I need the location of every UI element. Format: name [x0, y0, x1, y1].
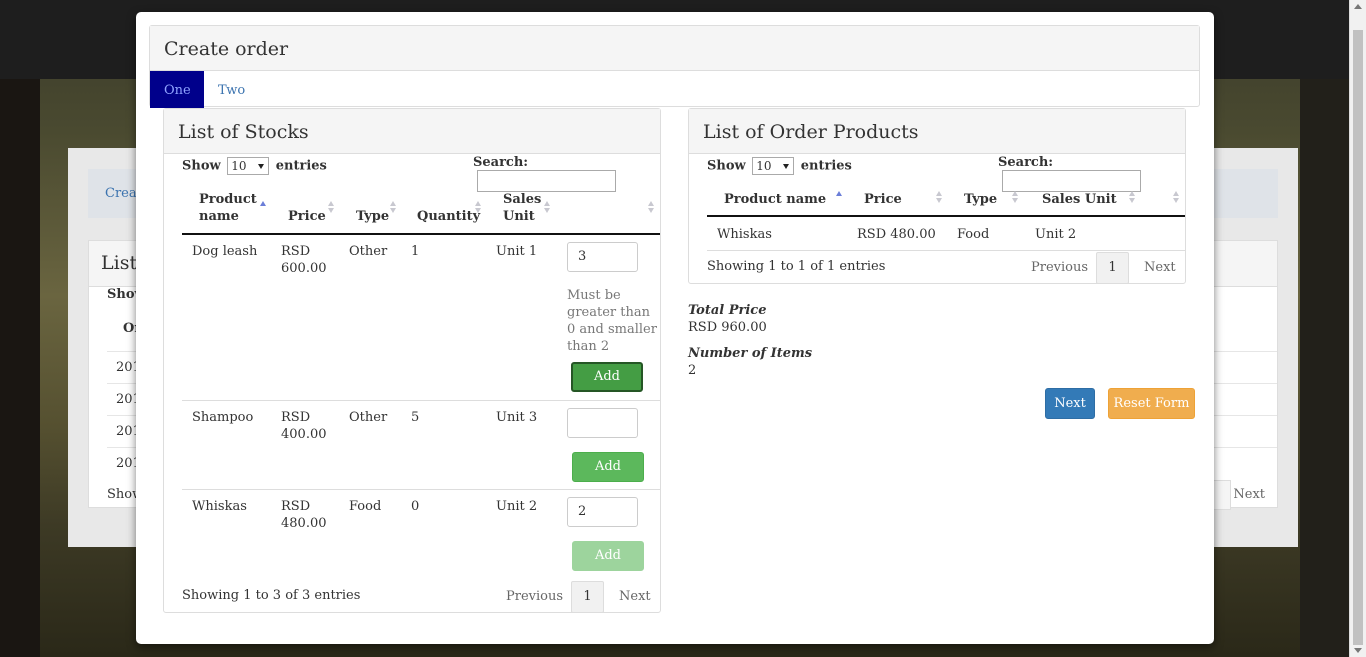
column-header-product-name[interactable]: Product name: [724, 191, 826, 208]
cell-product: Dog leash: [192, 244, 258, 259]
order-page-button[interactable]: 1: [1096, 252, 1129, 284]
cell-type: Food: [349, 499, 382, 514]
row-divider: [182, 400, 660, 401]
column-header-price[interactable]: Price: [864, 191, 902, 208]
cell-price: RSD 480.00: [857, 227, 936, 242]
cell-sales-unit: Unit 2: [496, 499, 538, 514]
stocks-search-input[interactable]: [477, 170, 616, 192]
tab-bar: One Two: [150, 71, 1199, 108]
order-products-title: List of Order Products: [689, 109, 1185, 154]
stocks-entries-select[interactable]: 10: [227, 157, 270, 175]
order-table-info: Showing 1 to 1 of 1 entries: [707, 259, 886, 274]
tab-two[interactable]: Two: [204, 71, 259, 108]
background-tree: [1300, 79, 1350, 657]
row-divider: [707, 250, 1185, 251]
header-divider: [182, 233, 660, 235]
items-count-label: Number of Items: [688, 346, 813, 361]
reset-form-button[interactable]: Reset Form: [1108, 388, 1195, 419]
background-next-link[interactable]: Next: [1233, 487, 1265, 502]
order-next-link[interactable]: Next: [1144, 260, 1176, 275]
scroll-down-icon[interactable]: [1354, 648, 1362, 653]
cell-quantity: 1: [411, 244, 420, 259]
chevron-down-icon: [783, 164, 790, 169]
items-count-value: 2: [688, 363, 697, 378]
column-header-sales-unit[interactable]: Sales Unit: [1042, 191, 1117, 208]
cell-product: Whiskas: [192, 499, 247, 514]
background-page-box[interactable]: [1213, 480, 1231, 510]
column-header-price[interactable]: Price: [288, 208, 326, 225]
cell-price: RSD 600.00: [281, 244, 327, 276]
cell-price: RSD 480.00: [281, 499, 327, 531]
row-divider: [182, 489, 660, 490]
add-button[interactable]: Add: [572, 452, 644, 482]
stocks-next-link[interactable]: Next: [619, 589, 651, 604]
cell-product: Shampoo: [192, 410, 254, 425]
column-header-sales-unit[interactable]: Sales Unit: [503, 191, 543, 225]
sort-icon[interactable]: [390, 201, 398, 215]
sort-asc-icon[interactable]: [836, 191, 844, 205]
stocks-search: Search:: [473, 155, 660, 192]
sort-icon[interactable]: [1173, 191, 1181, 205]
sort-icon[interactable]: [328, 201, 336, 215]
modal-header-card: Create order One Two: [149, 25, 1200, 108]
stocks-length-control: Show 10 entries: [182, 157, 327, 175]
order-search: Search:: [998, 155, 1185, 192]
stocks-panel: List of Stocks Show 10 entries Search: P…: [163, 108, 661, 613]
cell-sales-unit: Unit 3: [496, 410, 538, 425]
column-header-product-name[interactable]: Product name: [199, 191, 259, 225]
quantity-input[interactable]: [567, 408, 638, 438]
order-length-control: Show 10 entries: [707, 157, 852, 175]
cell-type: Other: [349, 410, 388, 425]
order-search-input[interactable]: [1002, 170, 1141, 192]
cell-type: Food: [957, 227, 990, 242]
stocks-panel-title: List of Stocks: [164, 109, 660, 154]
sort-icon[interactable]: [1129, 191, 1137, 205]
sort-icon[interactable]: [1012, 191, 1020, 205]
sort-asc-icon[interactable]: [260, 201, 268, 215]
order-previous-link[interactable]: Previous: [1031, 260, 1088, 275]
background-tree: [0, 79, 40, 657]
total-price-value: RSD 960.00: [688, 320, 767, 335]
sort-icon[interactable]: [936, 191, 944, 205]
column-header-type[interactable]: Type: [356, 208, 389, 225]
column-header-type[interactable]: Type: [964, 191, 997, 208]
column-header-quantity[interactable]: Quantity: [417, 208, 480, 225]
page-scrollbar[interactable]: [1349, 0, 1366, 657]
quantity-input[interactable]: 2: [567, 497, 638, 527]
validation-hint: Must be greater than 0 and smaller than …: [567, 288, 657, 354]
scrollbar-thumb[interactable]: [1353, 30, 1363, 645]
create-order-modal: Create order One Two List of Stocks Show…: [136, 12, 1214, 644]
add-button-disabled: Add: [572, 541, 644, 571]
modal-title: Create order: [150, 26, 1199, 71]
next-button[interactable]: Next: [1045, 388, 1095, 419]
total-price-label: Total Price: [688, 303, 767, 318]
order-products-panel: List of Order Products Show 10 entries S…: [688, 108, 1186, 284]
cell-quantity: 5: [411, 410, 420, 425]
tab-one[interactable]: One: [150, 71, 204, 108]
scroll-up-icon[interactable]: [1354, 4, 1362, 9]
cell-sales-unit: Unit 1: [496, 244, 538, 259]
quantity-input[interactable]: 3: [567, 242, 638, 272]
sort-icon[interactable]: [544, 201, 552, 215]
cell-quantity: 0: [411, 499, 420, 514]
sort-icon[interactable]: [648, 201, 656, 215]
background-list-title: List: [101, 252, 138, 274]
stocks-page-button[interactable]: 1: [571, 581, 604, 613]
cell-sales-unit: Unit 2: [1035, 227, 1077, 242]
stocks-previous-link[interactable]: Previous: [506, 589, 563, 604]
order-entries-select[interactable]: 10: [752, 157, 795, 175]
chevron-down-icon: [258, 164, 265, 169]
cell-price: RSD 400.00: [281, 410, 327, 442]
cell-type: Other: [349, 244, 388, 259]
stocks-table-info: Showing 1 to 3 of 3 entries: [182, 588, 361, 603]
sort-icon[interactable]: [475, 201, 483, 215]
cell-product: Whiskas: [717, 227, 772, 242]
header-divider: [707, 215, 1185, 217]
add-button[interactable]: Add: [571, 362, 643, 392]
